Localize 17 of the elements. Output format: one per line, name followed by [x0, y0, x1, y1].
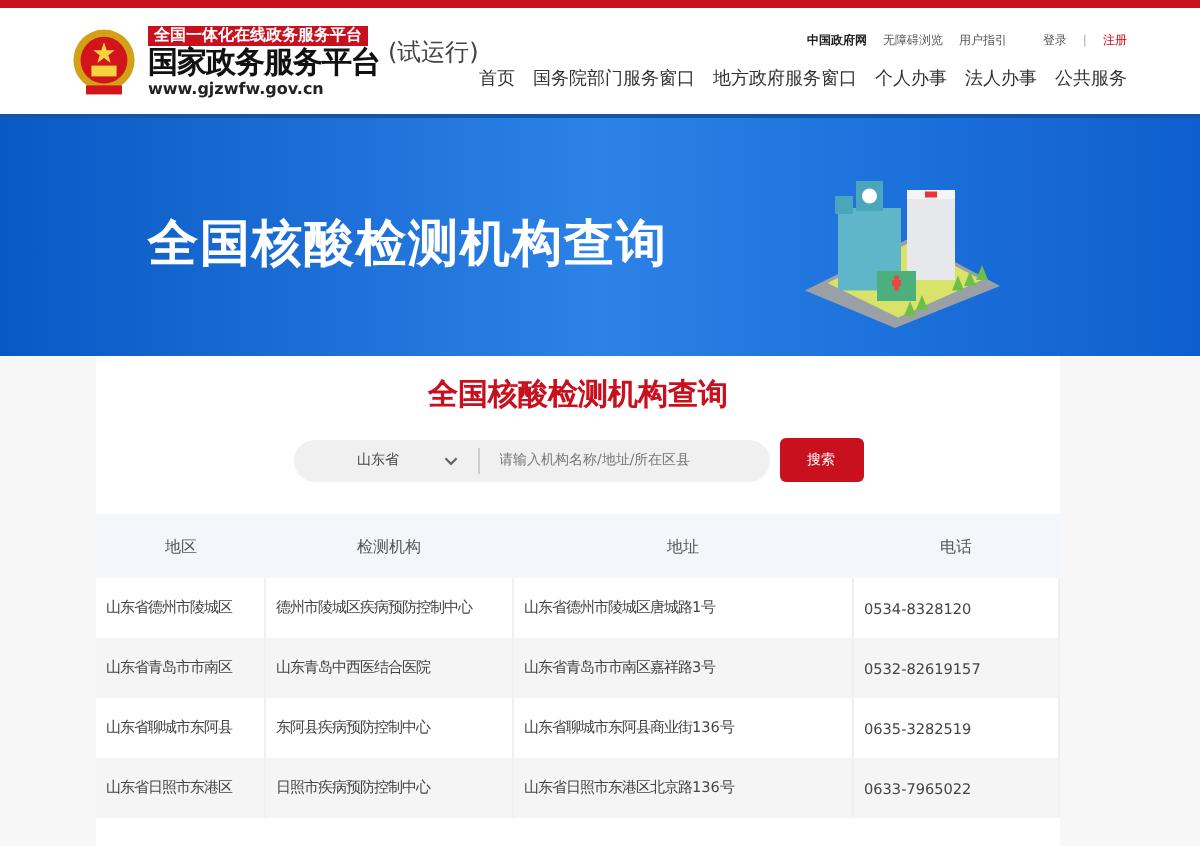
banner-title: 全国核酸检测机构查询	[148, 212, 668, 276]
chevron-down-icon	[443, 455, 457, 465]
column-header: 电话	[853, 514, 1059, 578]
trial-label: (试运行)	[388, 36, 479, 70]
column-header: 地址	[513, 514, 853, 578]
site-url: www.gjzwfw.gov.cn	[148, 79, 324, 97]
nav-link[interactable]: 国务院部门服务窗口	[532, 66, 695, 92]
nav-link[interactable]: 法人办事	[964, 66, 1037, 92]
page-title: 全国核酸检测机构查询	[428, 376, 728, 414]
column-header: 检测机构	[265, 514, 513, 578]
nav-link[interactable]: 地方政府服务窗口	[712, 66, 857, 92]
nav-link[interactable]: 公共服务	[1054, 66, 1127, 92]
site-name: 国家政务服务平台	[148, 45, 380, 79]
nav-link[interactable]: 个人办事	[874, 66, 947, 92]
column-header: 地区	[96, 514, 265, 578]
nav-link[interactable]: 首页	[478, 66, 515, 92]
platform-slogan: 全国一体化在线政务服务平台	[148, 25, 368, 45]
